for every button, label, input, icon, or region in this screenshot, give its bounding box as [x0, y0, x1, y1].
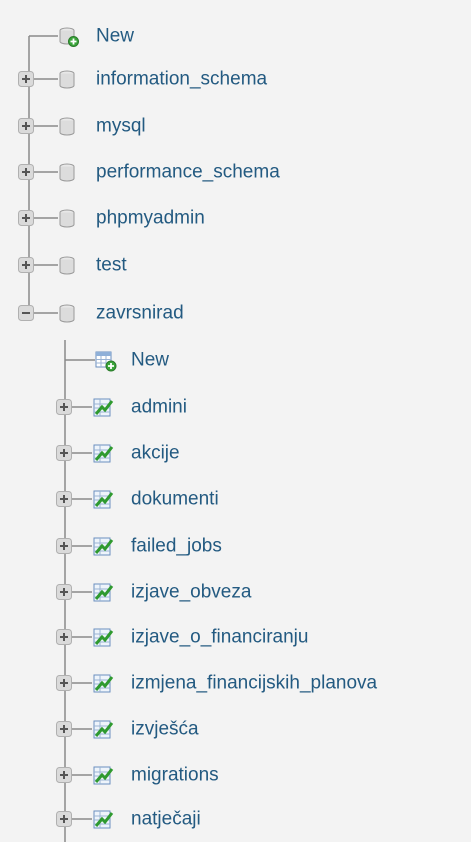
tree-item-label[interactable]: izjave_obveza — [131, 583, 251, 602]
branch-line — [34, 264, 58, 266]
plus-box-icon[interactable] — [56, 399, 72, 415]
database-cylinder-icon — [58, 255, 78, 275]
tree-item-label[interactable]: dokumenti — [131, 490, 219, 509]
tree-item-label[interactable]: New — [96, 27, 134, 46]
branch-line — [34, 125, 58, 127]
tree-item-table[interactable]: migrations — [0, 752, 471, 798]
plus-box-icon[interactable] — [18, 210, 34, 226]
database-cylinder-icon — [58, 208, 78, 228]
tree-item-table[interactable]: izvješća — [0, 706, 471, 752]
tree-item-table[interactable]: dokumenti — [0, 476, 471, 522]
branch-line — [72, 818, 92, 820]
tree-item-database[interactable]: test — [0, 242, 471, 288]
plus-box-icon[interactable] — [56, 538, 72, 554]
tree-item-label[interactable]: akcije — [131, 444, 180, 463]
branch-line — [72, 545, 92, 547]
tree-item-label[interactable]: izmjena_financijskih_planova — [131, 674, 377, 693]
plus-box-icon[interactable] — [56, 491, 72, 507]
new-table-icon — [95, 350, 117, 372]
tree-item-label[interactable]: admini — [131, 398, 187, 417]
tree-item-database-expanded[interactable]: zavrsnirad — [0, 290, 471, 336]
tree-item-label[interactable]: test — [96, 256, 127, 275]
table-icon — [92, 443, 114, 463]
table-icon — [92, 765, 114, 785]
minus-box-icon[interactable] — [18, 305, 34, 321]
branch-line — [34, 312, 58, 314]
plus-box-icon[interactable] — [56, 629, 72, 645]
tree-item-label[interactable]: failed_jobs — [131, 537, 222, 556]
tree-item-label[interactable]: migrations — [131, 766, 219, 785]
tree-item-database[interactable]: phpmyadmin — [0, 195, 471, 241]
plus-box-icon[interactable] — [18, 71, 34, 87]
database-new-icon — [58, 26, 79, 47]
tree-item-label[interactable]: mysql — [96, 117, 146, 136]
navigation-tree: New information_schema mysql performance… — [0, 0, 471, 842]
tree-item-label[interactable]: phpmyadmin — [96, 209, 205, 228]
tree-item-table[interactable]: failed_jobs — [0, 523, 471, 569]
table-icon — [92, 673, 114, 693]
table-icon — [92, 397, 114, 417]
plus-box-icon[interactable] — [56, 584, 72, 600]
branch-line — [72, 406, 92, 408]
plus-box-icon[interactable] — [56, 675, 72, 691]
plus-box-icon[interactable] — [56, 445, 72, 461]
tree-item-new-db[interactable]: New — [0, 13, 471, 59]
tree-item-label[interactable]: natječaji — [131, 810, 201, 829]
tree-item-database[interactable]: performance_schema — [0, 149, 471, 195]
tree-item-label[interactable]: New — [131, 351, 169, 370]
tree-item-database[interactable]: information_schema — [0, 56, 471, 102]
plus-box-icon[interactable] — [18, 118, 34, 134]
table-icon — [92, 809, 114, 829]
database-cylinder-icon — [58, 69, 78, 89]
tree-item-label[interactable]: information_schema — [96, 70, 267, 89]
plus-box-icon[interactable] — [56, 767, 72, 783]
tree-item-database[interactable]: mysql — [0, 103, 471, 149]
plus-box-icon[interactable] — [18, 257, 34, 273]
branch-line — [72, 498, 92, 500]
branch-line — [72, 774, 92, 776]
database-cylinder-icon — [58, 162, 78, 182]
branch-line — [72, 682, 92, 684]
tree-item-table[interactable]: izjave_obveza — [0, 569, 471, 615]
table-icon — [92, 582, 114, 602]
tree-item-new-table[interactable]: New — [0, 337, 471, 383]
tree-item-label[interactable]: zavrsnirad — [96, 304, 184, 323]
table-icon — [92, 536, 114, 556]
plus-box-icon[interactable] — [56, 721, 72, 737]
tree-item-table[interactable]: izmjena_financijskih_planova — [0, 660, 471, 706]
database-cylinder-icon — [58, 303, 78, 323]
table-icon — [92, 627, 114, 647]
plus-box-icon[interactable] — [56, 811, 72, 827]
branch-line — [34, 217, 58, 219]
tree-item-label[interactable]: izvješća — [131, 720, 199, 739]
plus-box-icon[interactable] — [18, 164, 34, 180]
database-cylinder-icon — [58, 116, 78, 136]
tree-item-table[interactable]: admini — [0, 384, 471, 430]
branch-line — [72, 728, 92, 730]
branch-line — [72, 636, 92, 638]
tree-item-label[interactable]: izjave_o_financiranju — [131, 628, 308, 647]
tree-item-table[interactable]: natječaji — [0, 796, 471, 842]
tree-item-label[interactable]: performance_schema — [96, 163, 280, 182]
table-icon — [92, 489, 114, 509]
tree-item-table[interactable]: izjave_o_financiranju — [0, 614, 471, 660]
branch-line — [72, 591, 92, 593]
tree-item-table[interactable]: akcije — [0, 430, 471, 476]
table-icon — [92, 719, 114, 739]
branch-line — [34, 171, 58, 173]
branch-line — [72, 452, 92, 454]
branch-line — [34, 78, 58, 80]
